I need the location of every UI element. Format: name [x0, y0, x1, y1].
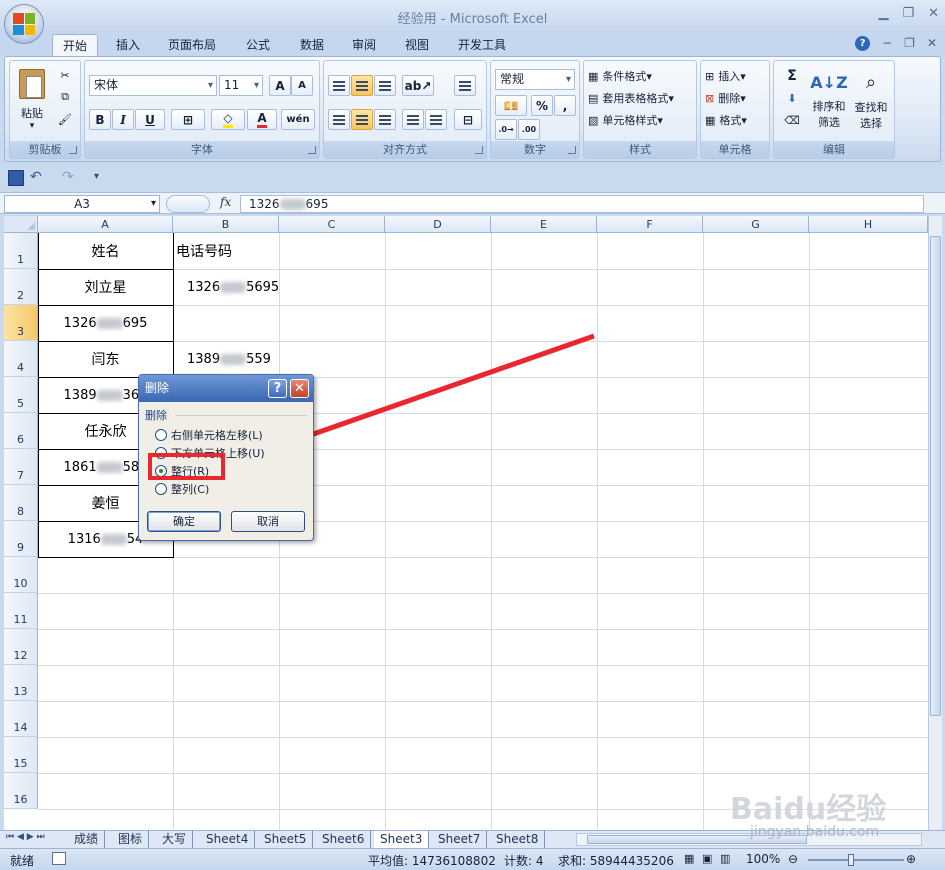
sheet-tab[interactable]: 图标: [112, 831, 150, 848]
page-layout-view-icon[interactable]: ▣: [702, 852, 712, 865]
sheet-tab[interactable]: Sheet7: [432, 831, 488, 848]
office-logo-icon: [13, 13, 35, 35]
radio-shift-left[interactable]: 右侧单元格左移(L): [155, 427, 263, 443]
sheet-tab[interactable]: 大写: [156, 831, 194, 848]
zoom-level[interactable]: 100%: [746, 852, 780, 866]
zoom-in-icon[interactable]: ⊕: [906, 852, 916, 866]
macro-record-icon[interactable]: [52, 852, 66, 865]
watermark: Baidu经验 jingyan.baidu.com: [730, 784, 930, 844]
sheet-tab-active[interactable]: Sheet3: [374, 831, 430, 848]
sheet-tab[interactable]: 成绩: [68, 831, 106, 848]
status-count: 计数: 4: [504, 854, 544, 868]
cancel-button[interactable]: 取消: [231, 511, 305, 532]
status-bar: 就绪 平均值: 14736108802 计数: 4 求和: 5894443520…: [0, 848, 945, 870]
normal-view-icon[interactable]: ▦: [684, 852, 694, 865]
status-average: 平均值: 14736108802: [368, 854, 496, 868]
dialog-separator: [175, 415, 307, 416]
page-break-view-icon[interactable]: ▥: [720, 852, 730, 865]
dialog-section-label: 删除: [145, 409, 167, 422]
highlight-box: [148, 453, 225, 480]
status-ready: 就绪: [10, 854, 35, 868]
dialog-help-button[interactable]: ?: [268, 379, 287, 398]
zoom-slider[interactable]: [808, 859, 904, 861]
radio-circle[interactable]: [155, 429, 167, 441]
radio-label: 整列(C): [171, 483, 210, 496]
watermark-url: jingyan.baidu.com: [750, 824, 880, 840]
dialog-close-button[interactable]: ✕: [290, 379, 309, 398]
status-sum: 求和: 58944435206: [558, 854, 674, 868]
zoom-out-icon[interactable]: ⊖: [788, 852, 798, 866]
radio-circle[interactable]: [155, 483, 167, 495]
sheet-nav-icons[interactable]: ⏮ ◀ ▶ ⏭: [6, 832, 45, 842]
sheet-tab[interactable]: Sheet6: [316, 831, 372, 848]
office-button[interactable]: [4, 4, 44, 44]
ok-button[interactable]: 确定: [147, 511, 221, 532]
watermark-logo: Baidu经验: [730, 792, 887, 827]
radio-label: 右侧单元格左移(L): [171, 429, 263, 442]
sheet-tab[interactable]: Sheet5: [258, 831, 314, 848]
sheet-tab[interactable]: Sheet8: [490, 831, 546, 848]
zoom-slider-thumb[interactable]: [848, 854, 854, 866]
radio-entire-column[interactable]: 整列(C): [155, 481, 209, 497]
sheet-tab[interactable]: Sheet4: [200, 831, 256, 848]
